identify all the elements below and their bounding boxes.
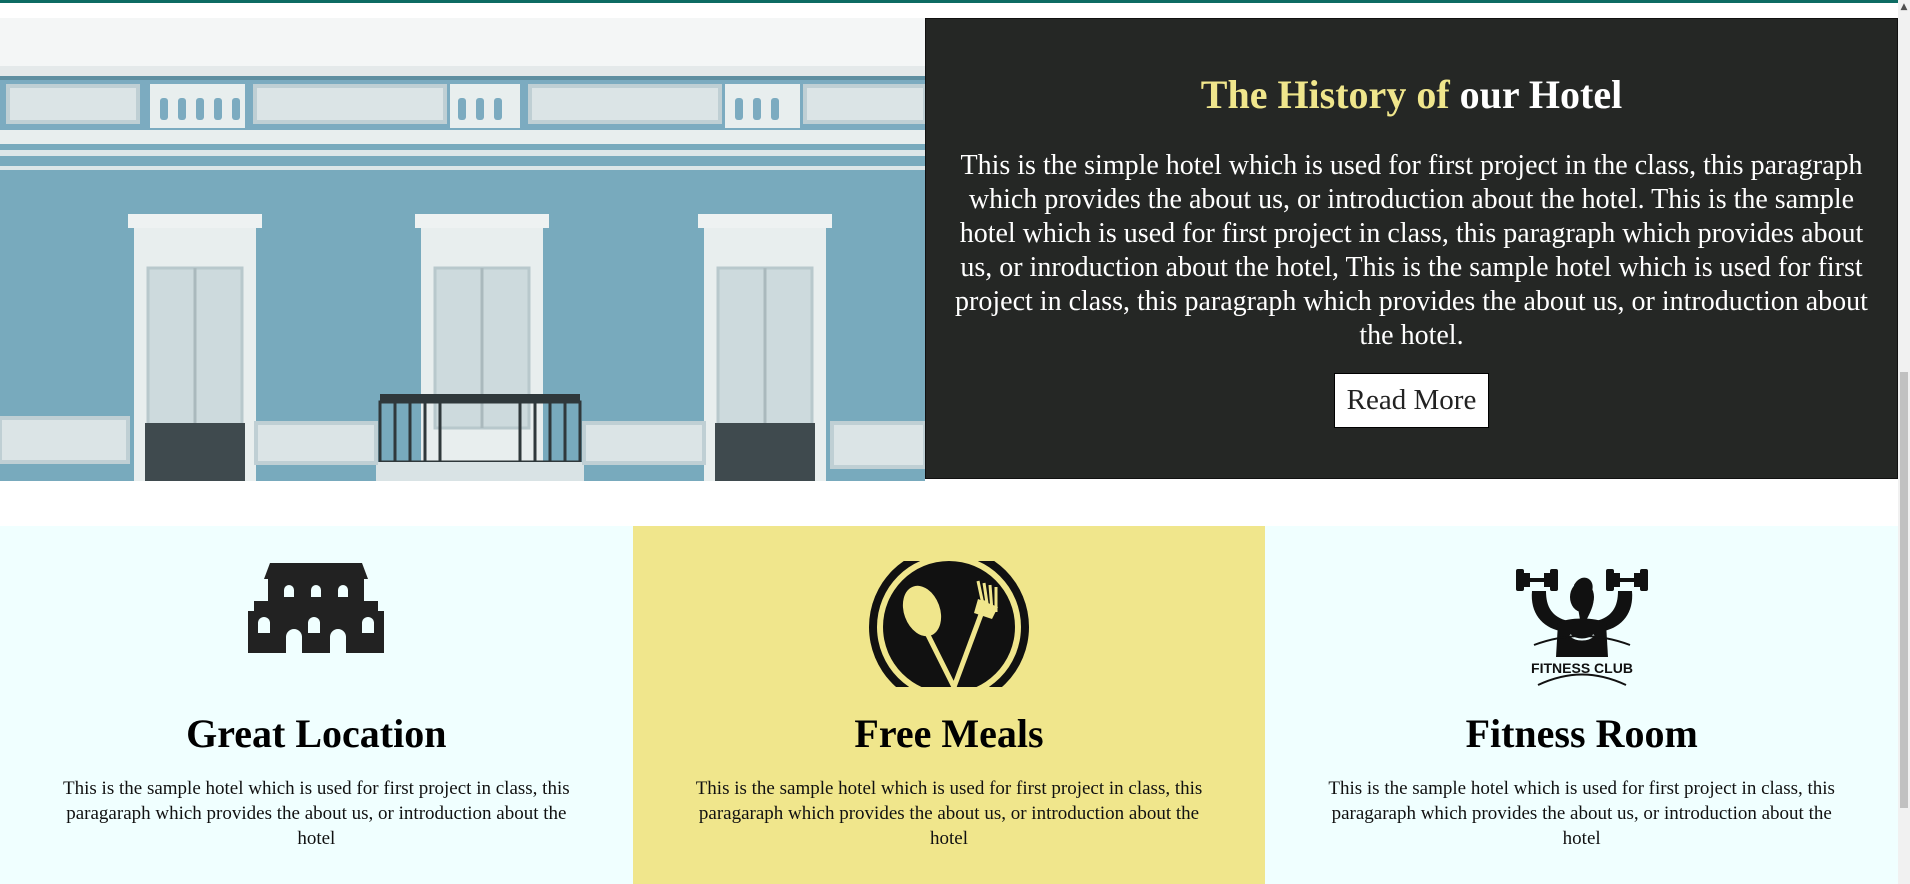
feature-free-meals: Free Meals This is the sample hotel whic… bbox=[632, 526, 1266, 884]
feature-title: Free Meals bbox=[854, 711, 1044, 756]
feature-title: Fitness Room bbox=[1465, 711, 1698, 756]
feature-text: This is the sample hotel which is used f… bbox=[695, 778, 1203, 849]
scroll-up-arrow-icon[interactable]: ▲ bbox=[1898, 0, 1910, 14]
read-more-button[interactable]: Read More bbox=[1333, 373, 1490, 428]
history-title: The History of our Hotel bbox=[926, 71, 1897, 119]
feature-great-location: Great Location This is the sample hotel … bbox=[0, 526, 633, 884]
history-title-accent: The History of bbox=[1200, 72, 1450, 117]
history-panel: The History of our Hotel This is the sim… bbox=[925, 18, 1898, 479]
fitness-club-icon: FITNESS CLUB bbox=[1512, 561, 1652, 696]
feature-fitness-room: FITNESS CLUB Fitness Room This is the sa… bbox=[1265, 526, 1899, 884]
fitness-club-icon-label: FITNESS CLUB bbox=[1531, 660, 1633, 676]
hotel-facade-image bbox=[0, 18, 925, 481]
history-title-main: our Hotel bbox=[1459, 72, 1623, 117]
history-section: The History of our Hotel This is the sim… bbox=[0, 18, 1898, 481]
page: The History of our Hotel This is the sim… bbox=[0, 3, 1899, 884]
feature-title: Great Location bbox=[186, 711, 447, 756]
hotel-building-icon bbox=[246, 561, 386, 660]
spoon-fork-icon bbox=[866, 561, 1032, 692]
feature-text: This is the sample hotel which is used f… bbox=[1328, 778, 1835, 849]
vertical-scrollbar[interactable]: ▲ bbox=[1898, 0, 1910, 884]
feature-text: This is the sample hotel which is used f… bbox=[63, 778, 570, 849]
scrollbar-thumb[interactable] bbox=[1900, 372, 1908, 808]
features-section: Great Location This is the sample hotel … bbox=[0, 526, 1899, 884]
history-paragraph: This is the simple hotel which is used f… bbox=[955, 150, 1868, 351]
